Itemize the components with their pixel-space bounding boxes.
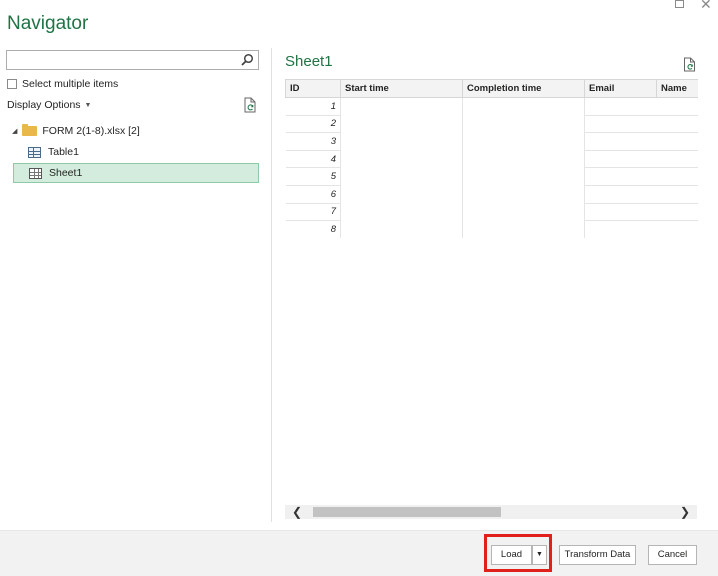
select-multiple-label: Select multiple items — [22, 78, 119, 90]
cell-id: 7 — [285, 203, 341, 222]
search-icon[interactable] — [240, 53, 254, 67]
cell-start-time — [341, 168, 463, 186]
cell-start-time — [341, 185, 463, 203]
table-header-row: ID Start time Completion time Email Name — [285, 79, 698, 98]
refresh-icon[interactable] — [243, 97, 257, 113]
cell-start-time — [341, 150, 463, 168]
refresh-icon[interactable] — [683, 57, 696, 72]
cell-start-time — [341, 221, 463, 238]
cell-email — [584, 203, 657, 222]
cell-completion-time — [462, 220, 585, 238]
cell-start-time — [341, 98, 463, 116]
window-controls: ✕ — [674, 0, 718, 12]
scrollbar-thumb[interactable] — [313, 507, 501, 517]
cell-email — [584, 97, 657, 116]
cancel-button[interactable]: Cancel — [648, 545, 697, 565]
cell-completion-time — [462, 167, 585, 186]
cell-start-time — [341, 133, 463, 151]
table-row: 5n — [285, 167, 698, 186]
cell-name: n — [656, 132, 698, 151]
table-icon — [28, 146, 41, 158]
preview-title: Sheet1 — [285, 53, 333, 70]
column-header-completion-time[interactable]: Completion time — [462, 79, 585, 98]
cell-id: 5 — [285, 167, 341, 186]
transform-data-button[interactable]: Transform Data — [559, 545, 636, 565]
cell-email — [584, 115, 657, 134]
tree-item-label: Table1 — [48, 146, 79, 158]
cell-name: n — [656, 167, 698, 186]
cell-completion-time — [462, 150, 585, 168]
close-icon[interactable]: ✕ — [700, 0, 712, 12]
table-row: 4n — [285, 150, 698, 169]
cell-completion-time — [462, 203, 585, 221]
load-button[interactable]: Load — [491, 545, 532, 565]
table-row: 1n — [285, 97, 698, 116]
tree-folder-workbook[interactable]: ◢ FORM 2(1-8).xlsx [2] — [12, 124, 140, 137]
checkbox-box[interactable] — [7, 79, 17, 89]
cell-name: n — [656, 115, 698, 134]
load-dropdown-button[interactable]: ▼ — [532, 545, 547, 565]
cell-completion-time — [462, 132, 585, 151]
cell-id: 2 — [285, 115, 341, 134]
cell-name: n — [656, 220, 698, 238]
cell-completion-time — [462, 185, 585, 204]
cell-email — [584, 220, 657, 238]
cell-completion-time — [462, 115, 585, 133]
scroll-left-icon[interactable]: ❮ — [285, 505, 309, 519]
cell-id: 4 — [285, 150, 341, 169]
cell-id: 1 — [285, 97, 341, 116]
table-row: 2n — [285, 115, 698, 134]
table-row: 7n — [285, 203, 698, 222]
tree-item-table1[interactable]: Table1 — [13, 142, 259, 162]
display-options-label: Display Options — [7, 99, 81, 111]
cell-start-time — [341, 115, 463, 133]
select-multiple-checkbox[interactable]: Select multiple items — [7, 78, 118, 90]
cell-start-time — [341, 203, 463, 221]
cell-name: n — [656, 97, 698, 116]
expand-arrow-icon[interactable]: ◢ — [12, 127, 17, 135]
sheet-icon — [29, 167, 42, 179]
search-input[interactable] — [6, 50, 259, 70]
cell-email — [584, 185, 657, 204]
cell-id: 3 — [285, 132, 341, 151]
cell-email — [584, 167, 657, 186]
cell-id: 6 — [285, 185, 341, 204]
cell-email — [584, 150, 657, 169]
cell-email — [584, 132, 657, 151]
cell-name: n — [656, 150, 698, 169]
tree-item-sheet1[interactable]: Sheet1 — [13, 163, 259, 183]
column-header-start-time[interactable]: Start time — [340, 79, 463, 98]
maximize-icon[interactable] — [674, 0, 686, 12]
table-row: 8n — [285, 220, 698, 238]
pane-divider[interactable] — [271, 48, 272, 522]
folder-icon — [22, 124, 38, 136]
horizontal-scrollbar[interactable]: ❮ ❯ — [285, 505, 697, 519]
cell-id: 8 — [285, 220, 341, 238]
cell-name: n — [656, 185, 698, 204]
column-header-email[interactable]: Email — [584, 79, 657, 98]
preview-table: ID Start time Completion time Email Name… — [285, 79, 698, 238]
tree-item-label: Sheet1 — [49, 167, 83, 179]
table-row: 3n — [285, 132, 698, 151]
dialog-title: Navigator — [7, 13, 89, 34]
column-header-name[interactable]: Name — [656, 79, 698, 98]
table-row: 6n — [285, 185, 698, 204]
tree-folder-label: FORM 2(1-8).xlsx [2] — [42, 125, 140, 137]
chevron-down-icon: ▼ — [84, 101, 92, 109]
scroll-right-icon[interactable]: ❯ — [673, 505, 697, 519]
cell-name: n — [656, 203, 698, 222]
column-header-id[interactable]: ID — [285, 79, 341, 98]
display-options-dropdown[interactable]: Display Options ▼ — [7, 99, 91, 111]
cell-completion-time — [462, 97, 585, 116]
